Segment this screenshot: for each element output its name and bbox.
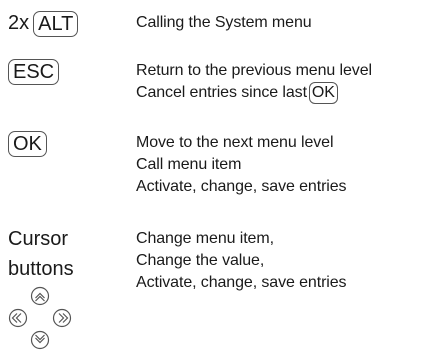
esc-key: ESC (8, 58, 60, 85)
description: Change menu item, Change the value, Acti… (136, 228, 347, 294)
key-cell: 2x ALT (8, 10, 79, 37)
cursor-label: buttons (8, 258, 74, 280)
down-arrow-icon (30, 330, 50, 350)
desc-line: Call menu item (136, 156, 242, 173)
cursor-label: Cursor (8, 228, 69, 250)
desc-line-with-key: Cancel entries since last OK (136, 82, 372, 104)
desc-line: Activate, change, save entries (136, 178, 347, 195)
key-cell: OK (8, 130, 47, 157)
desc-line: Calling the System menu (136, 14, 312, 31)
desc-line: Change menu item, (136, 230, 274, 247)
description: Return to the previous menu level Cancel… (136, 60, 372, 104)
alt-key: ALT (33, 10, 79, 37)
left-arrow-icon (8, 308, 28, 328)
cursor-pad (4, 286, 76, 358)
ok-key: OK (8, 130, 47, 157)
up-arrow-icon (30, 286, 50, 306)
prefix-label: 2x (8, 12, 30, 34)
key-cell: Cursor buttons (8, 224, 74, 284)
description: Move to the next menu level Call menu it… (136, 132, 347, 198)
desc-text: Cancel entries since last (136, 84, 307, 101)
desc-line: Return to the previous menu level (136, 62, 372, 79)
right-arrow-icon (52, 308, 72, 328)
ok-inline-key: OK (308, 82, 338, 104)
key-cell: ESC (8, 58, 60, 85)
desc-line: Activate, change, save entries (136, 274, 347, 291)
desc-line: Move to the next menu level (136, 134, 334, 151)
description: Calling the System menu (136, 12, 312, 34)
desc-line: Change the value, (136, 252, 265, 269)
